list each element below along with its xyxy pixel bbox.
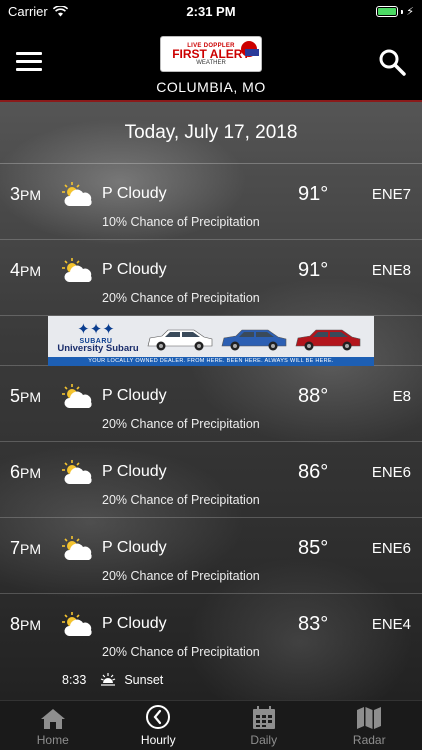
subaru-logo: ✦✦✦ SUBARU [77,320,115,345]
precipitation-chance: 20% Chance of Precipitation [102,645,260,659]
sunset-icon [101,673,116,686]
hour-row: 4PM P Cloudy 91° ENE8 20% Chance of Prec… [0,240,422,316]
hourly-forecast[interactable]: Today, July 17, 2018 3PM P Cloudy 91° EN… [0,102,422,700]
sunset-time: 8:33 [62,673,87,687]
condition: P Cloudy [102,387,167,404]
condition: P Cloudy [102,615,167,632]
home-icon [40,709,65,729]
precipitation-chance: 10% Chance of Precipitation [102,215,260,229]
temperature: 83° [298,613,329,635]
temperature: 85° [298,537,329,559]
clock-icon [146,705,171,729]
condition: P Cloudy [102,463,167,480]
search-icon[interactable] [378,48,406,76]
ad-dealer-name: University Subaru [57,342,139,354]
ad-tagline: YOUR LOCALLY OWNED DEALER. FROM HERE. BE… [48,356,374,366]
forecast-date: Today, July 17, 2018 [0,102,422,164]
partly-cloudy-icon [62,258,92,282]
hour-label: 3PM [10,184,42,204]
temperature: 91° [298,259,329,281]
precipitation-chance: 20% Chance of Precipitation [102,493,260,507]
partly-cloudy-icon [62,612,92,636]
tab-label: Home [36,733,69,747]
logo-sub-text: WEATHER [196,59,226,66]
temperature: 86° [298,461,329,483]
condition: P Cloudy [102,539,167,556]
sunset-row: 8:33 Sunset [62,672,163,688]
tab-bar: Home Hourly Daily Radar [0,700,422,750]
wind: E8 [392,388,411,405]
city-label: COLUMBIA, MO [156,79,266,95]
hour-label: 7PM [10,538,42,558]
condition: P Cloudy [102,261,167,278]
wind: ENE4 [371,616,411,633]
car-image [295,329,361,350]
hour-row: 6PM P Cloudy 86° ENE6 20% Chance of Prec… [0,442,422,518]
tab-home[interactable]: Home [0,701,106,750]
wind: ENE6 [371,540,411,557]
partly-cloudy-icon [62,384,92,408]
subaru-ad-banner[interactable]: ✦✦✦ SUBARU University Subaru YOUR LOCALL… [0,315,422,366]
tab-label: Hourly [140,733,176,747]
car-image [221,329,287,350]
precipitation-chance: 20% Chance of Precipitation [102,291,260,305]
first-alert-logo: LIVE DOPPLER FIRST ALERT WEATHER [160,36,262,72]
hour-row: 7PM P Cloudy 85° ENE6 20% Chance of Prec… [0,518,422,594]
hour-row: 5PM P Cloudy 88° E8 20% Chance of Precip… [0,366,422,442]
wind: ENE7 [371,186,411,203]
hour-label: 4PM [10,260,42,280]
tab-hourly[interactable]: Hourly [106,701,212,750]
precipitation-chance: 20% Chance of Precipitation [102,569,260,583]
app-header: LIVE DOPPLER FIRST ALERT WEATHER COLUMBI… [0,22,422,102]
hour-label: 5PM [10,386,42,406]
tab-radar[interactable]: Radar [317,701,422,750]
status-bar: Carrier 2:31 PM ⚡ [0,0,422,22]
charging-icon: ⚡ [406,6,414,18]
station-logo-mark [241,41,259,57]
map-icon [357,707,382,729]
hour-row: 3PM P Cloudy 91° ENE7 10% Chance of Prec… [0,164,422,240]
tab-daily[interactable]: Daily [211,701,317,750]
hour-row: 8PM P Cloudy 83° ENE4 20% Chance of Prec… [0,594,422,692]
tab-label: Daily [250,733,278,747]
calendar-icon [252,706,275,729]
clock: 2:31 PM [186,4,236,19]
car-image [147,329,213,350]
wind: ENE8 [371,262,411,279]
hour-label: 8PM [10,614,42,634]
battery-icon: ⚡ [376,5,414,18]
condition: P Cloudy [102,185,167,202]
partly-cloudy-icon [62,182,92,206]
sunset-label: Sunset [124,673,164,687]
wind: ENE6 [371,464,411,481]
hour-label: 6PM [10,462,42,482]
precipitation-chance: 20% Chance of Precipitation [102,417,260,431]
temperature: 91° [298,183,329,205]
temperature: 88° [298,385,329,407]
hamburger-menu-icon[interactable] [16,52,42,72]
partly-cloudy-icon [62,536,92,560]
tab-label: Radar [352,733,386,747]
partly-cloudy-icon [62,460,92,484]
logo-main-text: FIRST ALERT [172,46,250,61]
